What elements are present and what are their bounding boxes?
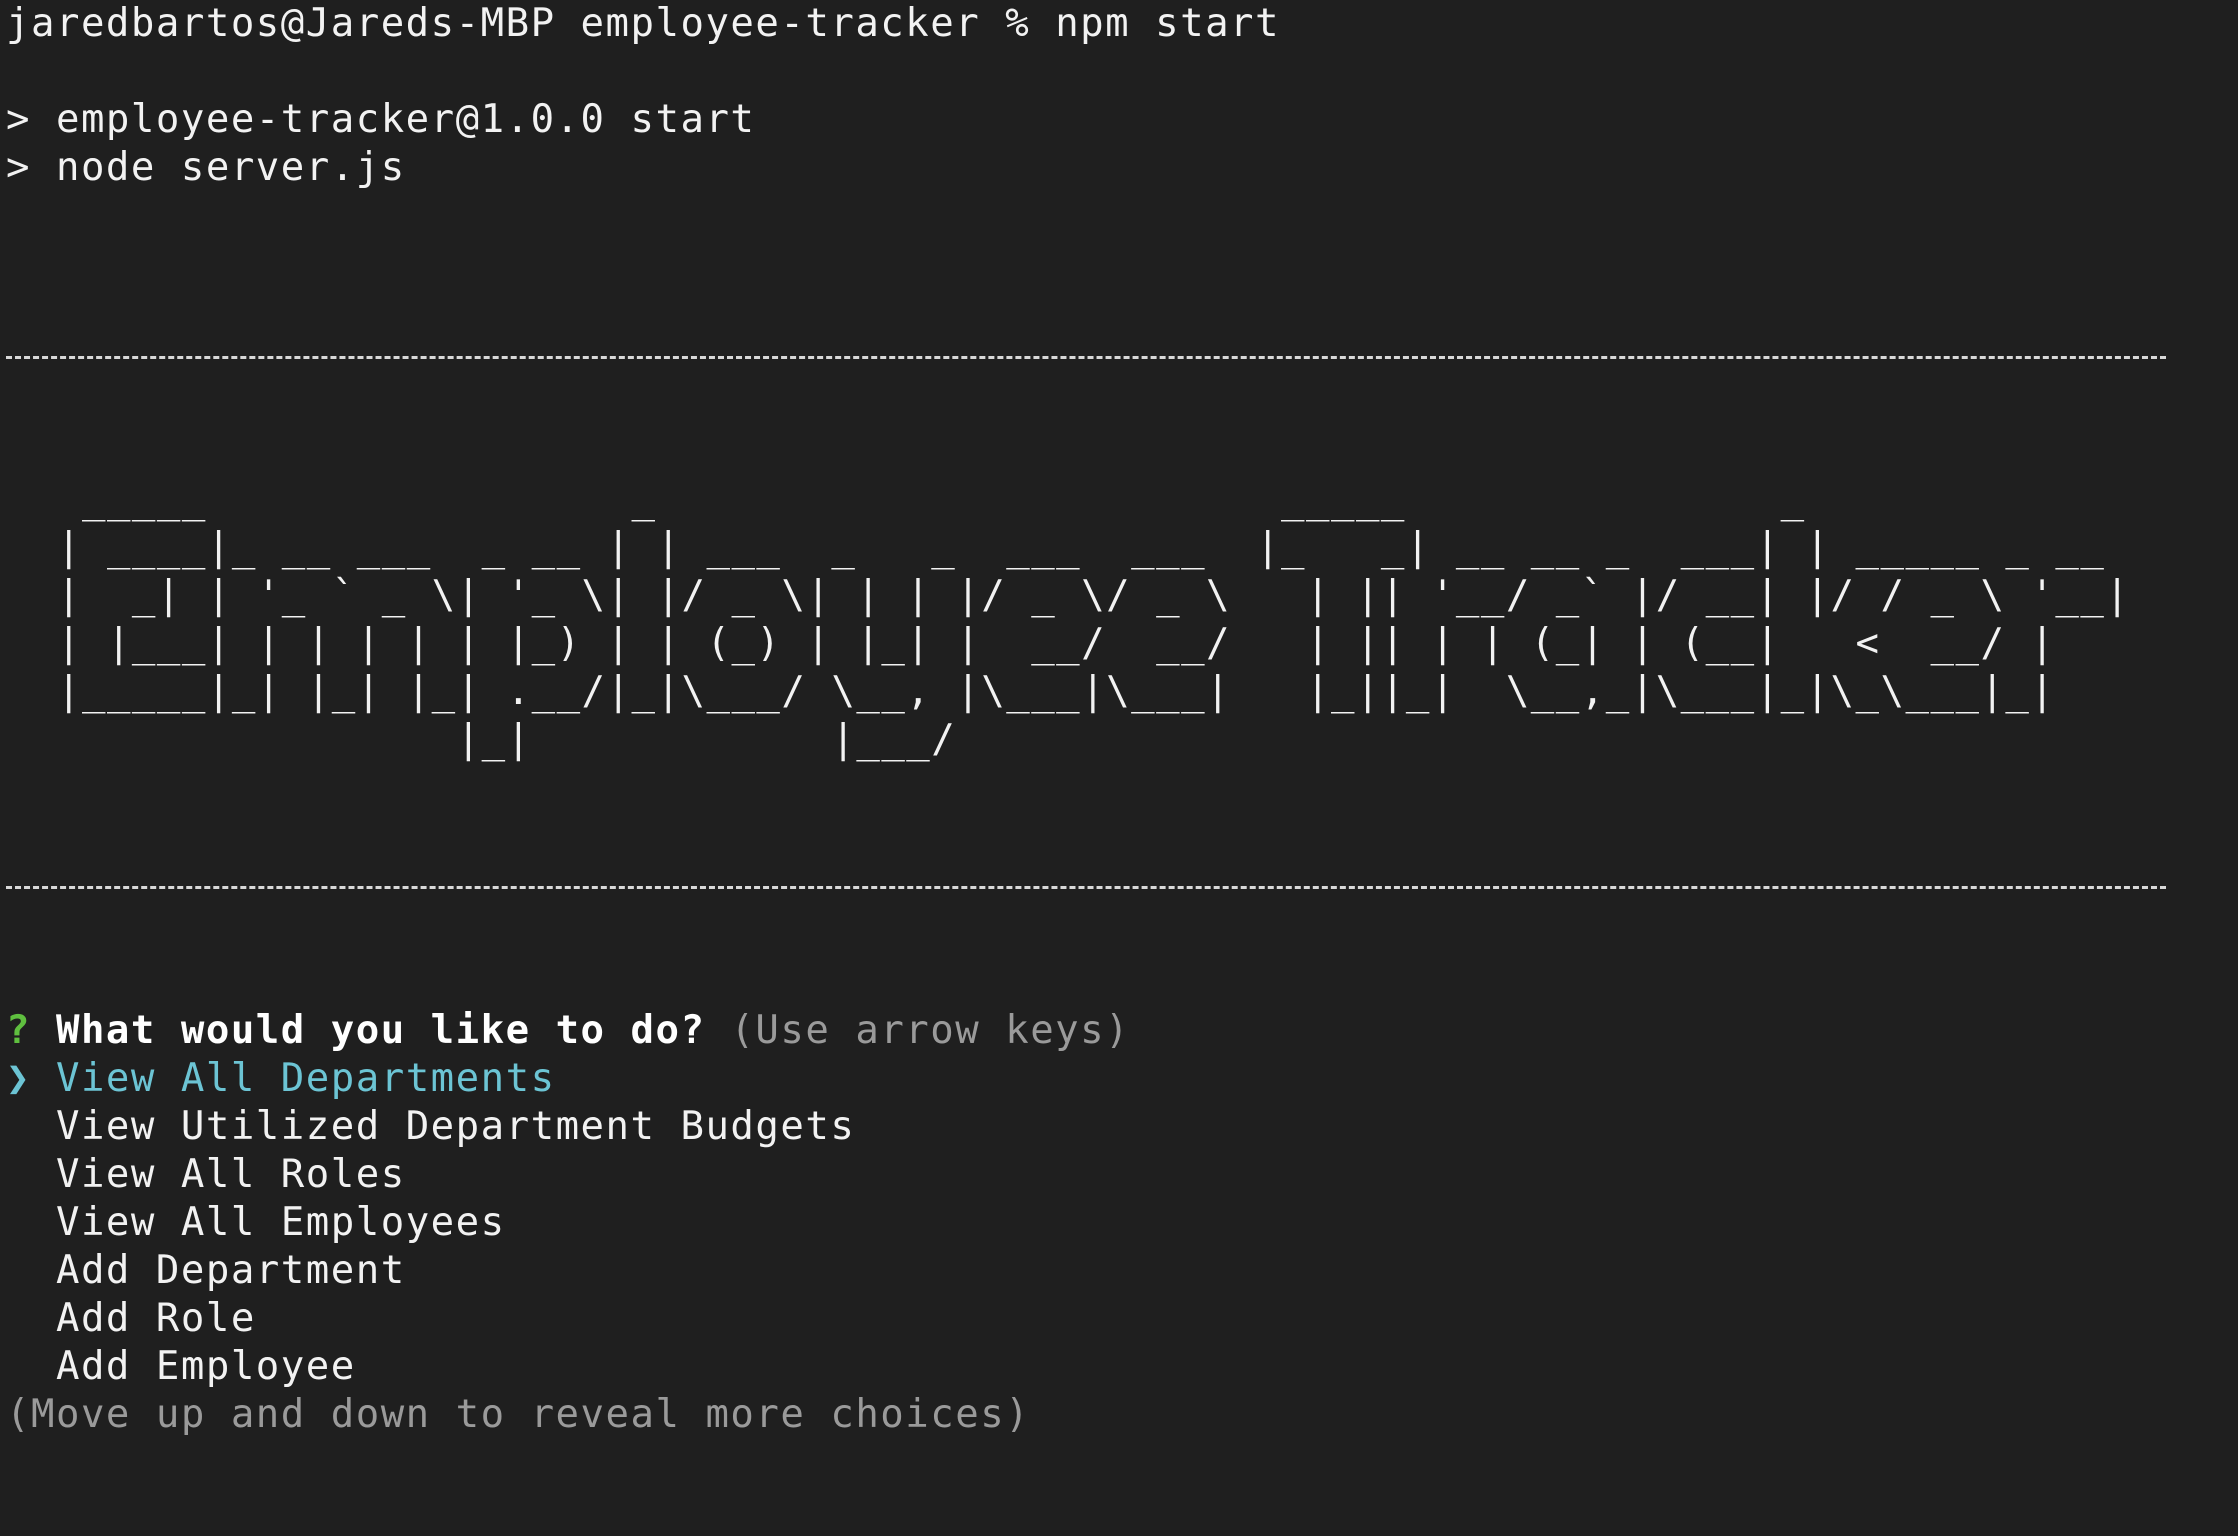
terminal-window[interactable]: jaredbartos@Jareds-MBP employee-tracker … bbox=[0, 0, 2238, 1536]
question-mark-icon: ? bbox=[6, 1008, 31, 1053]
shell-prompt-line: jaredbartos@Jareds-MBP employee-tracker … bbox=[6, 0, 1280, 48]
menu-footer-hint: (Move up and down to reveal more choices… bbox=[6, 1392, 1031, 1437]
prompt-cwd: employee-tracker bbox=[580, 1, 981, 46]
question-hint: (Use arrow keys) bbox=[730, 1008, 1131, 1053]
question-line: ? What would you like to do? (Use arrow … bbox=[6, 1007, 1130, 1055]
ascii-banner: _____ _ _____ _ | ____|_ __ ___ _ __ | |… bbox=[56, 477, 2131, 762]
divider-bottom bbox=[6, 886, 2166, 889]
prompt-command: npm start bbox=[1055, 1, 1281, 46]
menu-item-label: Add Employee bbox=[55, 1344, 356, 1389]
menu-item-view-utilized-department-budgets[interactable]: View Utilized Department Budgets bbox=[6, 1103, 855, 1151]
menu-item-view-all-employees[interactable]: View All Employees bbox=[6, 1199, 506, 1247]
menu-item-view-all-roles[interactable]: View All Roles bbox=[6, 1151, 406, 1199]
menu-item-view-all-departments[interactable]: View All Departments bbox=[56, 1056, 556, 1101]
menu-item-label: View Utilized Department Budgets bbox=[55, 1104, 856, 1149]
pointer-icon: ❯ bbox=[6, 1056, 31, 1101]
divider-top bbox=[6, 356, 2166, 359]
npm-output-node: > node server.js bbox=[6, 145, 406, 190]
menu-item-label: Add Department bbox=[55, 1248, 406, 1293]
menu-item-add-employee[interactable]: Add Employee bbox=[6, 1343, 356, 1391]
menu-item-add-role[interactable]: Add Role bbox=[6, 1295, 256, 1343]
question-text: What would you like to do? bbox=[55, 1008, 706, 1053]
menu-item-label: View All Employees bbox=[55, 1200, 506, 1245]
menu-item-label: View All Roles bbox=[55, 1152, 406, 1197]
menu-item-add-department[interactable]: Add Department bbox=[6, 1247, 406, 1295]
prompt-user-host: jaredbartos@Jareds-MBP bbox=[6, 1, 556, 46]
prompt-symbol: % bbox=[1005, 1, 1031, 46]
npm-output-start: > employee-tracker@1.0.0 start bbox=[6, 97, 756, 142]
menu-item-label: Add Role bbox=[55, 1296, 256, 1341]
menu-item-selected[interactable]: ❯ View All Departments bbox=[6, 1055, 556, 1103]
